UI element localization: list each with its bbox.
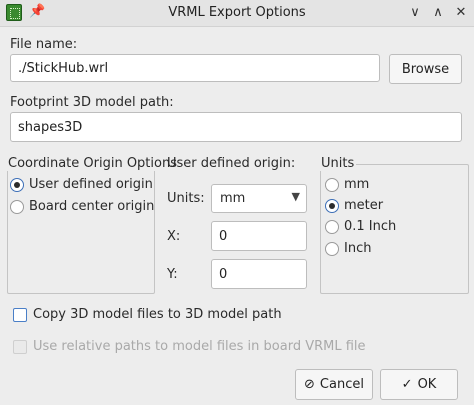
radio-indicator xyxy=(10,199,24,214)
copy-models-checkbox[interactable]: Copy 3D model files to 3D model path xyxy=(13,307,282,322)
footprint-path-input[interactable]: shapes3D xyxy=(10,112,462,142)
radio-indicator xyxy=(325,219,339,234)
units-group-title: Units xyxy=(319,156,357,171)
file-name-label: File name: xyxy=(10,37,78,52)
title-bar: 📌 VRML Export Options ∨ ∧ ✕ xyxy=(0,0,474,27)
radio-label: mm xyxy=(344,177,370,192)
y-value: 0 xyxy=(219,266,228,282)
radio-label: meter xyxy=(344,198,384,213)
radio-units-meter[interactable]: meter xyxy=(325,198,383,213)
minimize-icon[interactable]: ∨ xyxy=(405,3,425,23)
checkbox-label: Copy 3D model files to 3D model path xyxy=(33,307,282,322)
x-input[interactable]: 0 xyxy=(211,221,307,251)
radio-indicator xyxy=(10,177,24,192)
file-name-input[interactable]: ./StickHub.wrl xyxy=(10,54,380,82)
radio-indicator xyxy=(325,198,339,213)
radio-indicator xyxy=(325,177,339,192)
radio-label: Inch xyxy=(344,241,372,256)
x-value: 0 xyxy=(219,228,228,244)
close-icon[interactable]: ✕ xyxy=(451,3,471,23)
units-select[interactable]: mm ▼ xyxy=(211,184,307,213)
y-label: Y: xyxy=(167,267,178,282)
ok-button[interactable]: ✓ OK xyxy=(380,369,458,400)
file-name-value: ./StickHub.wrl xyxy=(18,60,109,76)
radio-label: 0.1 Inch xyxy=(344,219,397,234)
cancel-button[interactable]: ⊘ Cancel xyxy=(295,369,373,400)
radio-units-tenth-inch[interactable]: 0.1 Inch xyxy=(325,219,396,234)
radio-user-defined-origin[interactable]: User defined origin xyxy=(10,177,153,192)
y-input[interactable]: 0 xyxy=(211,259,307,289)
browse-button[interactable]: Browse xyxy=(389,54,462,84)
units-label: Units: xyxy=(167,191,205,206)
maximize-icon[interactable]: ∧ xyxy=(428,3,448,23)
browse-button-label: Browse xyxy=(401,61,450,77)
radio-board-center-origin[interactable]: Board center origin xyxy=(10,199,154,214)
radio-label: Board center origin xyxy=(29,199,155,214)
window-title: VRML Export Options xyxy=(168,5,306,20)
ok-button-label: OK xyxy=(417,377,437,392)
checkbox-indicator xyxy=(13,307,27,322)
relative-paths-checkbox: Use relative paths to model files in boa… xyxy=(13,339,366,354)
checkmark-icon: ✓ xyxy=(401,377,413,392)
user-origin-title: User defined origin: xyxy=(167,156,296,171)
cancel-button-label: Cancel xyxy=(319,377,364,392)
cancel-icon: ⊘ xyxy=(304,377,315,392)
x-label: X: xyxy=(167,229,181,244)
radio-indicator xyxy=(325,241,339,256)
units-select-value: mm xyxy=(220,191,246,206)
checkbox-indicator xyxy=(13,339,27,354)
footprint-path-label: Footprint 3D model path: xyxy=(10,95,174,110)
coordinate-origin-title: Coordinate Origin Options xyxy=(6,156,179,171)
radio-label: User defined origin xyxy=(29,177,153,192)
radio-units-inch[interactable]: Inch xyxy=(325,241,371,256)
radio-units-mm[interactable]: mm xyxy=(325,177,369,192)
chevron-down-icon: ▼ xyxy=(291,190,300,203)
footprint-path-value: shapes3D xyxy=(18,119,83,135)
checkbox-label: Use relative paths to model files in boa… xyxy=(33,339,366,354)
